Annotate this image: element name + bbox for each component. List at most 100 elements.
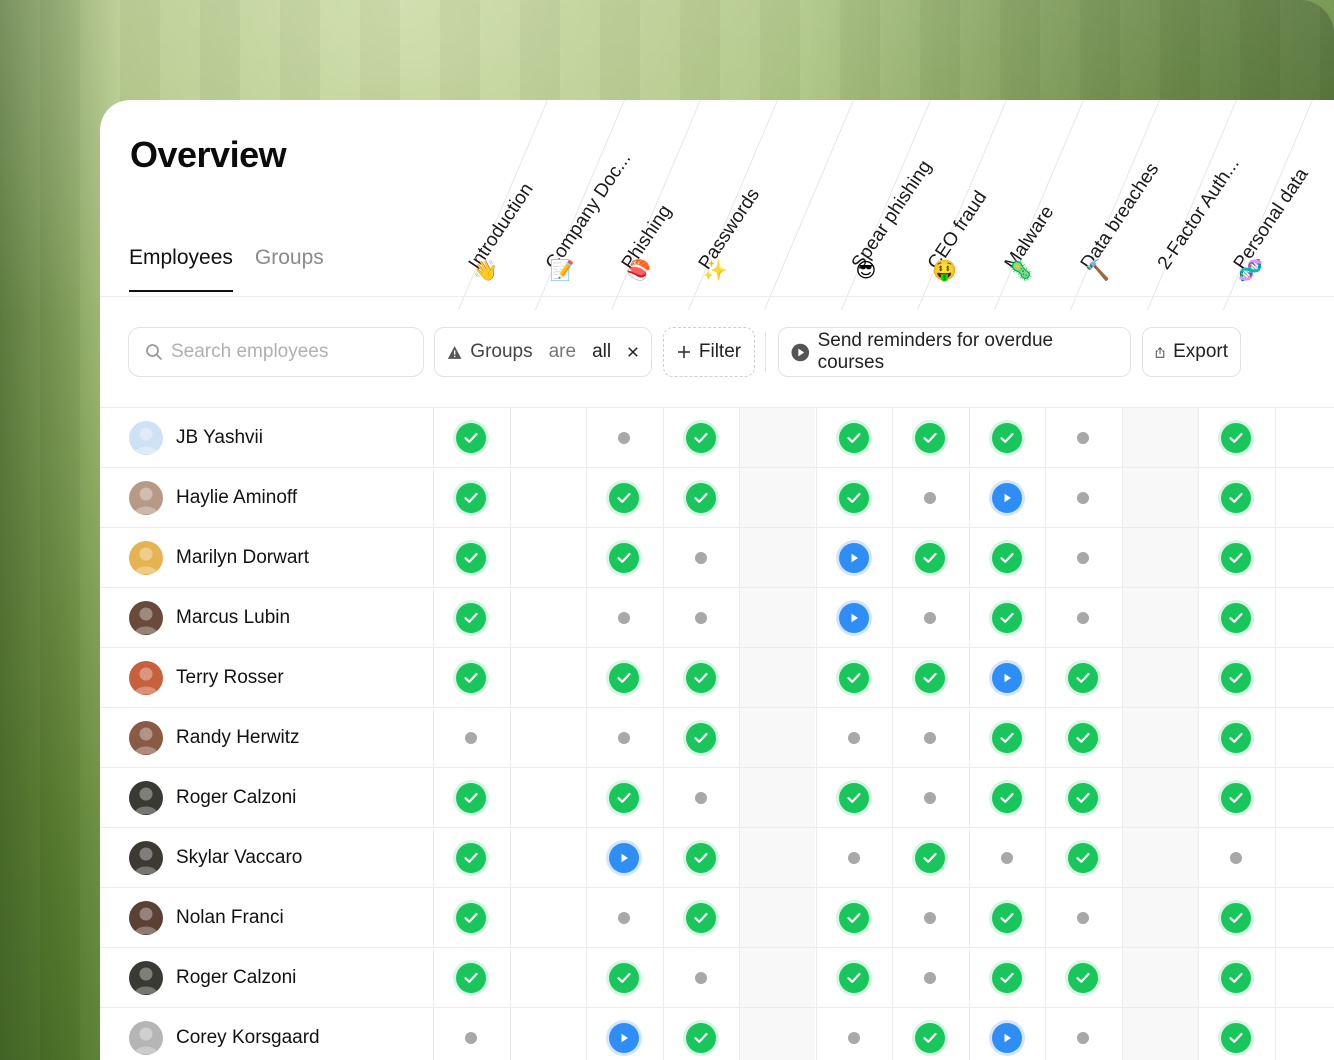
- course-header[interactable]: Personal data 🧬: [1198, 100, 1313, 311]
- course-header[interactable]: Company Doc... 📝: [510, 100, 635, 311]
- course-status-cell[interactable]: [586, 948, 662, 1008]
- search-input[interactable]: [171, 341, 411, 363]
- course-status-cell[interactable]: [663, 468, 739, 528]
- course-status-cell[interactable]: [1198, 828, 1274, 888]
- course-status-cell[interactable]: [892, 888, 968, 948]
- course-status-cell[interactable]: [1045, 828, 1121, 888]
- course-status-cell[interactable]: [663, 648, 739, 708]
- course-header[interactable]: Malware 🦠: [969, 100, 1084, 311]
- course-status-cell[interactable]: [586, 468, 662, 528]
- course-status-cell[interactable]: [969, 468, 1045, 528]
- course-status-cell[interactable]: [1045, 948, 1121, 1008]
- employee-name[interactable]: Corey Korsgaard: [176, 1027, 320, 1049]
- table-row[interactable]: Marcus Lubin: [100, 587, 1334, 647]
- course-status-cell[interactable]: [1198, 588, 1274, 648]
- course-status-cell[interactable]: [586, 888, 662, 948]
- course-status-cell[interactable]: [969, 528, 1045, 588]
- course-header[interactable]: Introduction 👋: [433, 100, 548, 311]
- table-row[interactable]: Corey Korsgaard: [100, 1007, 1334, 1060]
- course-status-cell[interactable]: [1045, 888, 1121, 948]
- course-status-cell[interactable]: [586, 648, 662, 708]
- employee-name[interactable]: Skylar Vaccaro: [176, 847, 302, 869]
- course-status-cell[interactable]: [969, 648, 1045, 708]
- course-status-cell[interactable]: [816, 768, 892, 828]
- course-header[interactable]: [739, 100, 854, 311]
- course-status-cell[interactable]: [433, 648, 509, 708]
- course-status-cell[interactable]: [969, 708, 1045, 768]
- course-status-cell[interactable]: [892, 708, 968, 768]
- course-status-cell[interactable]: [816, 948, 892, 1008]
- course-status-cell[interactable]: [1045, 408, 1121, 468]
- table-row[interactable]: Skylar Vaccaro: [100, 827, 1334, 887]
- course-status-cell[interactable]: [663, 828, 739, 888]
- course-status-cell[interactable]: [816, 468, 892, 528]
- course-status-cell[interactable]: [433, 708, 509, 768]
- course-status-cell[interactable]: [816, 648, 892, 708]
- course-status-cell[interactable]: [586, 408, 662, 468]
- course-header[interactable]: 2-Factor Auth...: [1122, 100, 1243, 311]
- course-status-cell[interactable]: [663, 1008, 739, 1060]
- course-status-cell[interactable]: [663, 768, 739, 828]
- course-status-cell[interactable]: [1198, 888, 1274, 948]
- course-status-cell[interactable]: [892, 468, 968, 528]
- course-status-cell[interactable]: [969, 408, 1045, 468]
- course-status-cell[interactable]: [663, 948, 739, 1008]
- employee-name[interactable]: Nolan Franci: [176, 907, 284, 929]
- course-status-cell[interactable]: [663, 408, 739, 468]
- course-status-cell[interactable]: [663, 588, 739, 648]
- course-status-cell[interactable]: [586, 588, 662, 648]
- table-row[interactable]: Roger Calzoni: [100, 947, 1334, 1007]
- course-status-cell[interactable]: [433, 588, 509, 648]
- course-status-cell[interactable]: [892, 768, 968, 828]
- course-status-cell[interactable]: [969, 1008, 1045, 1060]
- course-status-cell[interactable]: [1198, 1008, 1274, 1060]
- course-header[interactable]: Passwords ✨: [663, 100, 778, 311]
- tab-employees[interactable]: Employees: [129, 246, 233, 292]
- course-status-cell[interactable]: [433, 1008, 509, 1060]
- export-button[interactable]: Export: [1142, 327, 1241, 377]
- course-status-cell[interactable]: [433, 888, 509, 948]
- course-status-cell[interactable]: [892, 408, 968, 468]
- send-reminders-button[interactable]: Send reminders for overdue courses: [778, 327, 1131, 377]
- table-row[interactable]: Randy Herwitz: [100, 707, 1334, 767]
- course-status-cell[interactable]: [433, 948, 509, 1008]
- course-status-cell[interactable]: [433, 468, 509, 528]
- course-status-cell[interactable]: [433, 528, 509, 588]
- course-status-cell[interactable]: [816, 528, 892, 588]
- search-box[interactable]: [128, 327, 424, 377]
- course-status-cell[interactable]: [1045, 768, 1121, 828]
- course-header[interactable]: Spear phishing 😎: [816, 100, 936, 311]
- course-status-cell[interactable]: [433, 408, 509, 468]
- course-status-cell[interactable]: [1198, 768, 1274, 828]
- employee-name[interactable]: Marilyn Dorwart: [176, 547, 309, 569]
- table-row[interactable]: Nolan Franci: [100, 887, 1334, 947]
- course-status-cell[interactable]: [586, 1008, 662, 1060]
- close-icon[interactable]: [627, 345, 639, 359]
- course-status-cell[interactable]: [663, 708, 739, 768]
- course-status-cell[interactable]: [816, 828, 892, 888]
- course-status-cell[interactable]: [816, 1008, 892, 1060]
- employee-name[interactable]: Roger Calzoni: [176, 967, 296, 989]
- course-status-cell[interactable]: [1198, 408, 1274, 468]
- groups-filter-chip[interactable]: Groups are all: [434, 327, 652, 377]
- course-status-cell[interactable]: [969, 768, 1045, 828]
- course-status-cell[interactable]: [816, 408, 892, 468]
- course-status-cell[interactable]: [1045, 708, 1121, 768]
- course-status-cell[interactable]: [969, 588, 1045, 648]
- course-status-cell[interactable]: [969, 888, 1045, 948]
- course-status-cell[interactable]: [433, 828, 509, 888]
- course-status-cell[interactable]: [969, 828, 1045, 888]
- course-status-cell[interactable]: [892, 1008, 968, 1060]
- table-row[interactable]: Roger Calzoni: [100, 767, 1334, 827]
- course-header[interactable]: Data breaches 🔨: [1045, 100, 1163, 311]
- course-status-cell[interactable]: [1045, 1008, 1121, 1060]
- employee-name[interactable]: Randy Herwitz: [176, 727, 300, 749]
- course-status-cell[interactable]: [816, 708, 892, 768]
- course-status-cell[interactable]: [1198, 528, 1274, 588]
- employee-name[interactable]: JB Yashvii: [176, 427, 263, 449]
- course-status-cell[interactable]: [1045, 528, 1121, 588]
- course-header[interactable]: CEO fraud 🤑: [892, 100, 1007, 311]
- employee-name[interactable]: Roger Calzoni: [176, 787, 296, 809]
- table-row[interactable]: Haylie Aminoff: [100, 467, 1334, 527]
- tab-groups[interactable]: Groups: [255, 246, 324, 292]
